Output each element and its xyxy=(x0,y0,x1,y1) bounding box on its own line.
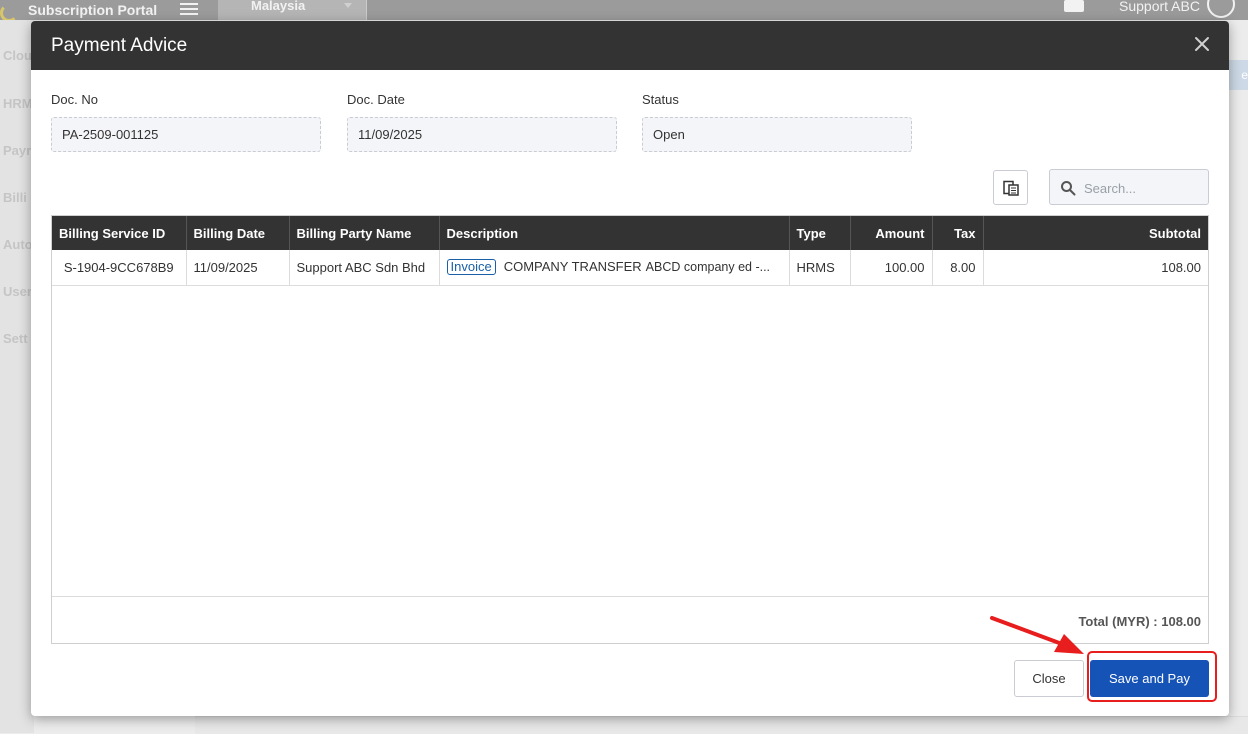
country-label: Malaysia xyxy=(251,0,306,13)
column-header[interactable]: Billing Service ID xyxy=(52,216,187,250)
cell-billing-date: 11/09/2025 xyxy=(186,250,290,286)
invoice-badge[interactable]: Invoice xyxy=(446,259,496,276)
sidebar-item[interactable]: Payr xyxy=(3,143,31,158)
cell-description: Invoice COMPANY TRANSFER ABCD company ed -… xyxy=(439,250,790,286)
doc-date-field: 11/09/2025 xyxy=(347,117,617,152)
billing-grid: Billing Service ID Billing Date Billing … xyxy=(51,215,1209,644)
background-footer xyxy=(195,716,1248,734)
background-button-stub: e xyxy=(1229,60,1248,90)
modal-title: Payment Advice xyxy=(51,35,188,56)
save-and-pay-button[interactable]: Save and Pay xyxy=(1090,660,1209,697)
cell-tax: 8.00 xyxy=(932,250,984,286)
cell-subtotal: 108.00 xyxy=(983,250,1208,286)
column-header[interactable]: Subtotal xyxy=(983,216,1208,250)
cell-service-id: S-1904-9CC678B9 xyxy=(52,250,187,286)
total-amount: Total (MYR) : 108.00 xyxy=(1078,614,1201,629)
sidebar-item[interactable]: Billi xyxy=(3,190,27,205)
sidebar-item[interactable]: HRM xyxy=(3,96,33,111)
sidebar-item[interactable]: Sett xyxy=(3,331,28,346)
close-icon[interactable] xyxy=(1191,33,1213,55)
brand-name: Subscription Portal xyxy=(28,2,158,18)
avatar[interactable] xyxy=(1207,0,1235,18)
user-name: Support ABC xyxy=(1119,0,1200,14)
table-header-row: Billing Service ID Billing Date Billing … xyxy=(52,216,1208,250)
hamburger-menu-icon[interactable] xyxy=(180,0,198,15)
chevron-down-icon xyxy=(344,3,352,8)
column-header[interactable]: Billing Date xyxy=(186,216,290,250)
modal-header: Payment Advice xyxy=(31,21,1229,70)
sidebar-item[interactable]: Auto xyxy=(3,237,33,252)
search-box[interactable] xyxy=(1049,169,1209,205)
column-header[interactable]: Amount xyxy=(850,216,933,250)
status-field: Open xyxy=(642,117,912,152)
search-icon xyxy=(1061,181,1076,196)
description-text: COMPANY TRANSFER xyxy=(503,259,642,275)
status-label: Status xyxy=(642,92,679,107)
column-header[interactable]: Billing Party Name xyxy=(289,216,440,250)
column-header[interactable]: Type xyxy=(789,216,851,250)
sidebar: Clou HRM Payr Billi Auto User Sett xyxy=(0,20,34,733)
column-header[interactable]: Description xyxy=(439,216,790,250)
billing-table: Billing Service ID Billing Date Billing … xyxy=(52,216,1208,286)
table-row[interactable]: S-1904-9CC678B9 11/09/2025 Support ABC S… xyxy=(52,250,1208,286)
export-button[interactable] xyxy=(993,170,1028,205)
country-selector[interactable]: Malaysia xyxy=(218,0,367,20)
export-icon xyxy=(1003,180,1019,196)
grid-footer: Total (MYR) : 108.00 xyxy=(52,596,1208,644)
description-detail: ABCD company ed -... xyxy=(645,260,771,275)
close-button[interactable]: Close xyxy=(1014,660,1084,697)
doc-no-field: PA-2509-001125 xyxy=(51,117,321,152)
doc-no-label: Doc. No xyxy=(51,92,98,107)
app-topbar: Subscription Portal Malaysia Support ABC xyxy=(0,0,1248,22)
search-input[interactable] xyxy=(1082,176,1206,200)
chat-icon[interactable] xyxy=(1064,0,1084,12)
cell-type: HRMS xyxy=(789,250,851,286)
doc-date-label: Doc. Date xyxy=(347,92,405,107)
cell-party-name: Support ABC Sdn Bhd xyxy=(289,250,440,286)
sidebar-item[interactable]: User xyxy=(3,284,32,299)
column-header[interactable]: Tax xyxy=(932,216,984,250)
sidebar-item[interactable]: Clou xyxy=(3,48,32,63)
payment-advice-modal: Payment Advice Doc. No PA-2509-001125 Do… xyxy=(31,21,1229,716)
cell-amount: 100.00 xyxy=(850,250,933,286)
